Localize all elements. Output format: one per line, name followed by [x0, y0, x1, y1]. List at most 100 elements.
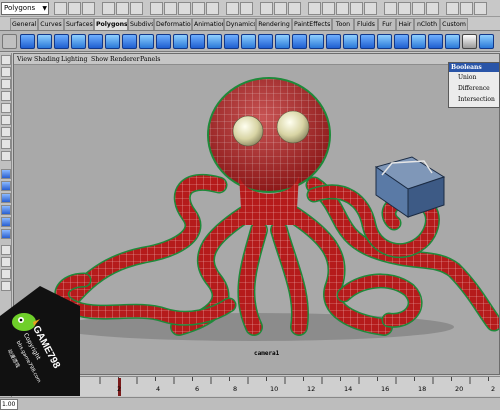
append-icon[interactable]: [309, 34, 324, 49]
uv-editor-icon[interactable]: [445, 34, 460, 49]
rotate-tool-icon[interactable]: [1, 103, 11, 113]
graph-editor-icon[interactable]: [426, 2, 439, 15]
poke-icon[interactable]: [411, 34, 426, 49]
tool-settings-icon[interactable]: [350, 2, 363, 15]
range-slider[interactable]: 1.00: [0, 397, 500, 410]
tab-ncloth[interactable]: nCloth: [414, 18, 440, 30]
render-globals-icon[interactable]: [288, 2, 301, 15]
last-tool-icon[interactable]: [1, 151, 11, 161]
select-hierarchy-icon[interactable]: [102, 2, 115, 15]
tab-general[interactable]: General: [10, 18, 38, 30]
input-line-icon[interactable]: [308, 2, 321, 15]
menu-set-dropdown[interactable]: Polygons ▼: [1, 2, 49, 15]
hotbox-icon[interactable]: [460, 2, 473, 15]
poly-plane-icon[interactable]: [88, 34, 103, 49]
checker-icon[interactable]: [462, 34, 477, 49]
hypergraph-icon[interactable]: [412, 2, 425, 15]
poly-cylinder-icon[interactable]: [54, 34, 69, 49]
snap-curve-icon[interactable]: [178, 2, 191, 15]
planar-map-icon[interactable]: [428, 34, 443, 49]
menu-panels[interactable]: Panels: [140, 55, 160, 64]
tab-curves[interactable]: Curves: [38, 18, 64, 30]
render-icon[interactable]: [260, 2, 273, 15]
menu-show[interactable]: Show: [91, 55, 108, 64]
four-pane-layout-icon[interactable]: [1, 181, 11, 191]
persp-outliner-layout-icon[interactable]: [1, 193, 11, 203]
tab-deformation[interactable]: Deformation: [154, 18, 192, 30]
construction-icon[interactable]: [240, 2, 253, 15]
channel-box-icon[interactable]: [322, 2, 335, 15]
tab-dynamics[interactable]: Dynamics: [224, 18, 256, 30]
scale-tool-icon[interactable]: [1, 115, 11, 125]
poly-cube-icon[interactable]: [37, 34, 52, 49]
tab-custom[interactable]: Custom: [440, 18, 468, 30]
insert-edge-loop-icon[interactable]: [343, 34, 358, 49]
select-object-icon[interactable]: [116, 2, 129, 15]
pick-mask-icon[interactable]: [150, 2, 163, 15]
attribute-editor-icon[interactable]: [336, 2, 349, 15]
tab-fur[interactable]: Fur: [378, 18, 396, 30]
snap-point-icon[interactable]: [192, 2, 205, 15]
tab-rendering[interactable]: Rendering: [256, 18, 292, 30]
tab-surfaces[interactable]: Surfaces: [64, 18, 94, 30]
poly-pyramid-icon[interactable]: [139, 34, 154, 49]
poly-cone-icon[interactable]: [71, 34, 86, 49]
poly-soccer-icon[interactable]: [190, 34, 205, 49]
menu-item-difference[interactable]: Difference: [449, 83, 499, 94]
snap-plane-icon[interactable]: [206, 2, 219, 15]
tab-painteffects[interactable]: PaintEffects: [292, 18, 332, 30]
layout-option-1-icon[interactable]: [1, 245, 11, 255]
poly-sphere-icon[interactable]: [20, 34, 35, 49]
separate-icon[interactable]: [224, 34, 239, 49]
new-scene-icon[interactable]: [54, 2, 67, 15]
tab-subdivs[interactable]: Subdivs: [128, 18, 154, 30]
mirror-icon[interactable]: [258, 34, 273, 49]
move-tool-icon[interactable]: [1, 91, 11, 101]
open-scene-icon[interactable]: [68, 2, 81, 15]
save-scene-icon[interactable]: [82, 2, 95, 15]
menu-shading[interactable]: Shading: [34, 55, 60, 64]
poly-prism-icon[interactable]: [122, 34, 137, 49]
layout-option-3-icon[interactable]: [1, 269, 11, 279]
poly-pipe-icon[interactable]: [156, 34, 171, 49]
hypershade-layout-icon[interactable]: [1, 217, 11, 227]
paint-icon[interactable]: [384, 2, 397, 15]
tab-hair[interactable]: Hair: [396, 18, 414, 30]
lasso-tool-icon[interactable]: [1, 67, 11, 77]
select-component-icon[interactable]: [130, 2, 143, 15]
tab-toon[interactable]: Toon: [332, 18, 354, 30]
menu-item-intersection[interactable]: Intersection: [449, 94, 499, 105]
combine-icon[interactable]: [207, 34, 222, 49]
shelf-menu-icon[interactable]: [2, 34, 17, 49]
select-tool-icon[interactable]: [1, 55, 11, 65]
persp-graph-layout-icon[interactable]: [1, 205, 11, 215]
snap-grid-icon[interactable]: [164, 2, 177, 15]
menu-lighting[interactable]: Lighting: [61, 55, 87, 64]
poly-torus-icon[interactable]: [105, 34, 120, 49]
smooth-icon[interactable]: [241, 34, 256, 49]
tab-fluids[interactable]: Fluids: [354, 18, 378, 30]
script-editor-icon[interactable]: [446, 2, 459, 15]
layout-option-2-icon[interactable]: [1, 257, 11, 267]
extrude-icon[interactable]: [275, 34, 290, 49]
menu-view[interactable]: View: [17, 55, 32, 64]
range-start-field[interactable]: 1.00: [0, 399, 18, 410]
bevel-icon[interactable]: [360, 34, 375, 49]
merge-icon[interactable]: [377, 34, 392, 49]
soft-mod-icon[interactable]: [1, 139, 11, 149]
time-slider[interactable]: 2 4 6 8 10 12 14 16 18 20 2: [13, 376, 500, 396]
paint-select-icon[interactable]: [1, 79, 11, 89]
bridge-icon[interactable]: [292, 34, 307, 49]
layout-icon[interactable]: [474, 2, 487, 15]
persp-hypershade-layout-icon[interactable]: [1, 229, 11, 239]
ipr-render-icon[interactable]: [274, 2, 287, 15]
tab-animation[interactable]: Animation: [192, 18, 224, 30]
perspective-viewport[interactable]: View Shading Lighting Show Renderer Pane…: [13, 53, 500, 375]
layer-editor-icon[interactable]: [364, 2, 377, 15]
tab-polygons[interactable]: Polygons: [94, 18, 128, 30]
boolean-icon[interactable]: [479, 34, 494, 49]
poly-helix-icon[interactable]: [173, 34, 188, 49]
menu-renderer[interactable]: Renderer: [110, 55, 140, 64]
booleans-menu-title[interactable]: Booleans: [449, 63, 499, 72]
menu-item-union[interactable]: Union: [449, 72, 499, 83]
